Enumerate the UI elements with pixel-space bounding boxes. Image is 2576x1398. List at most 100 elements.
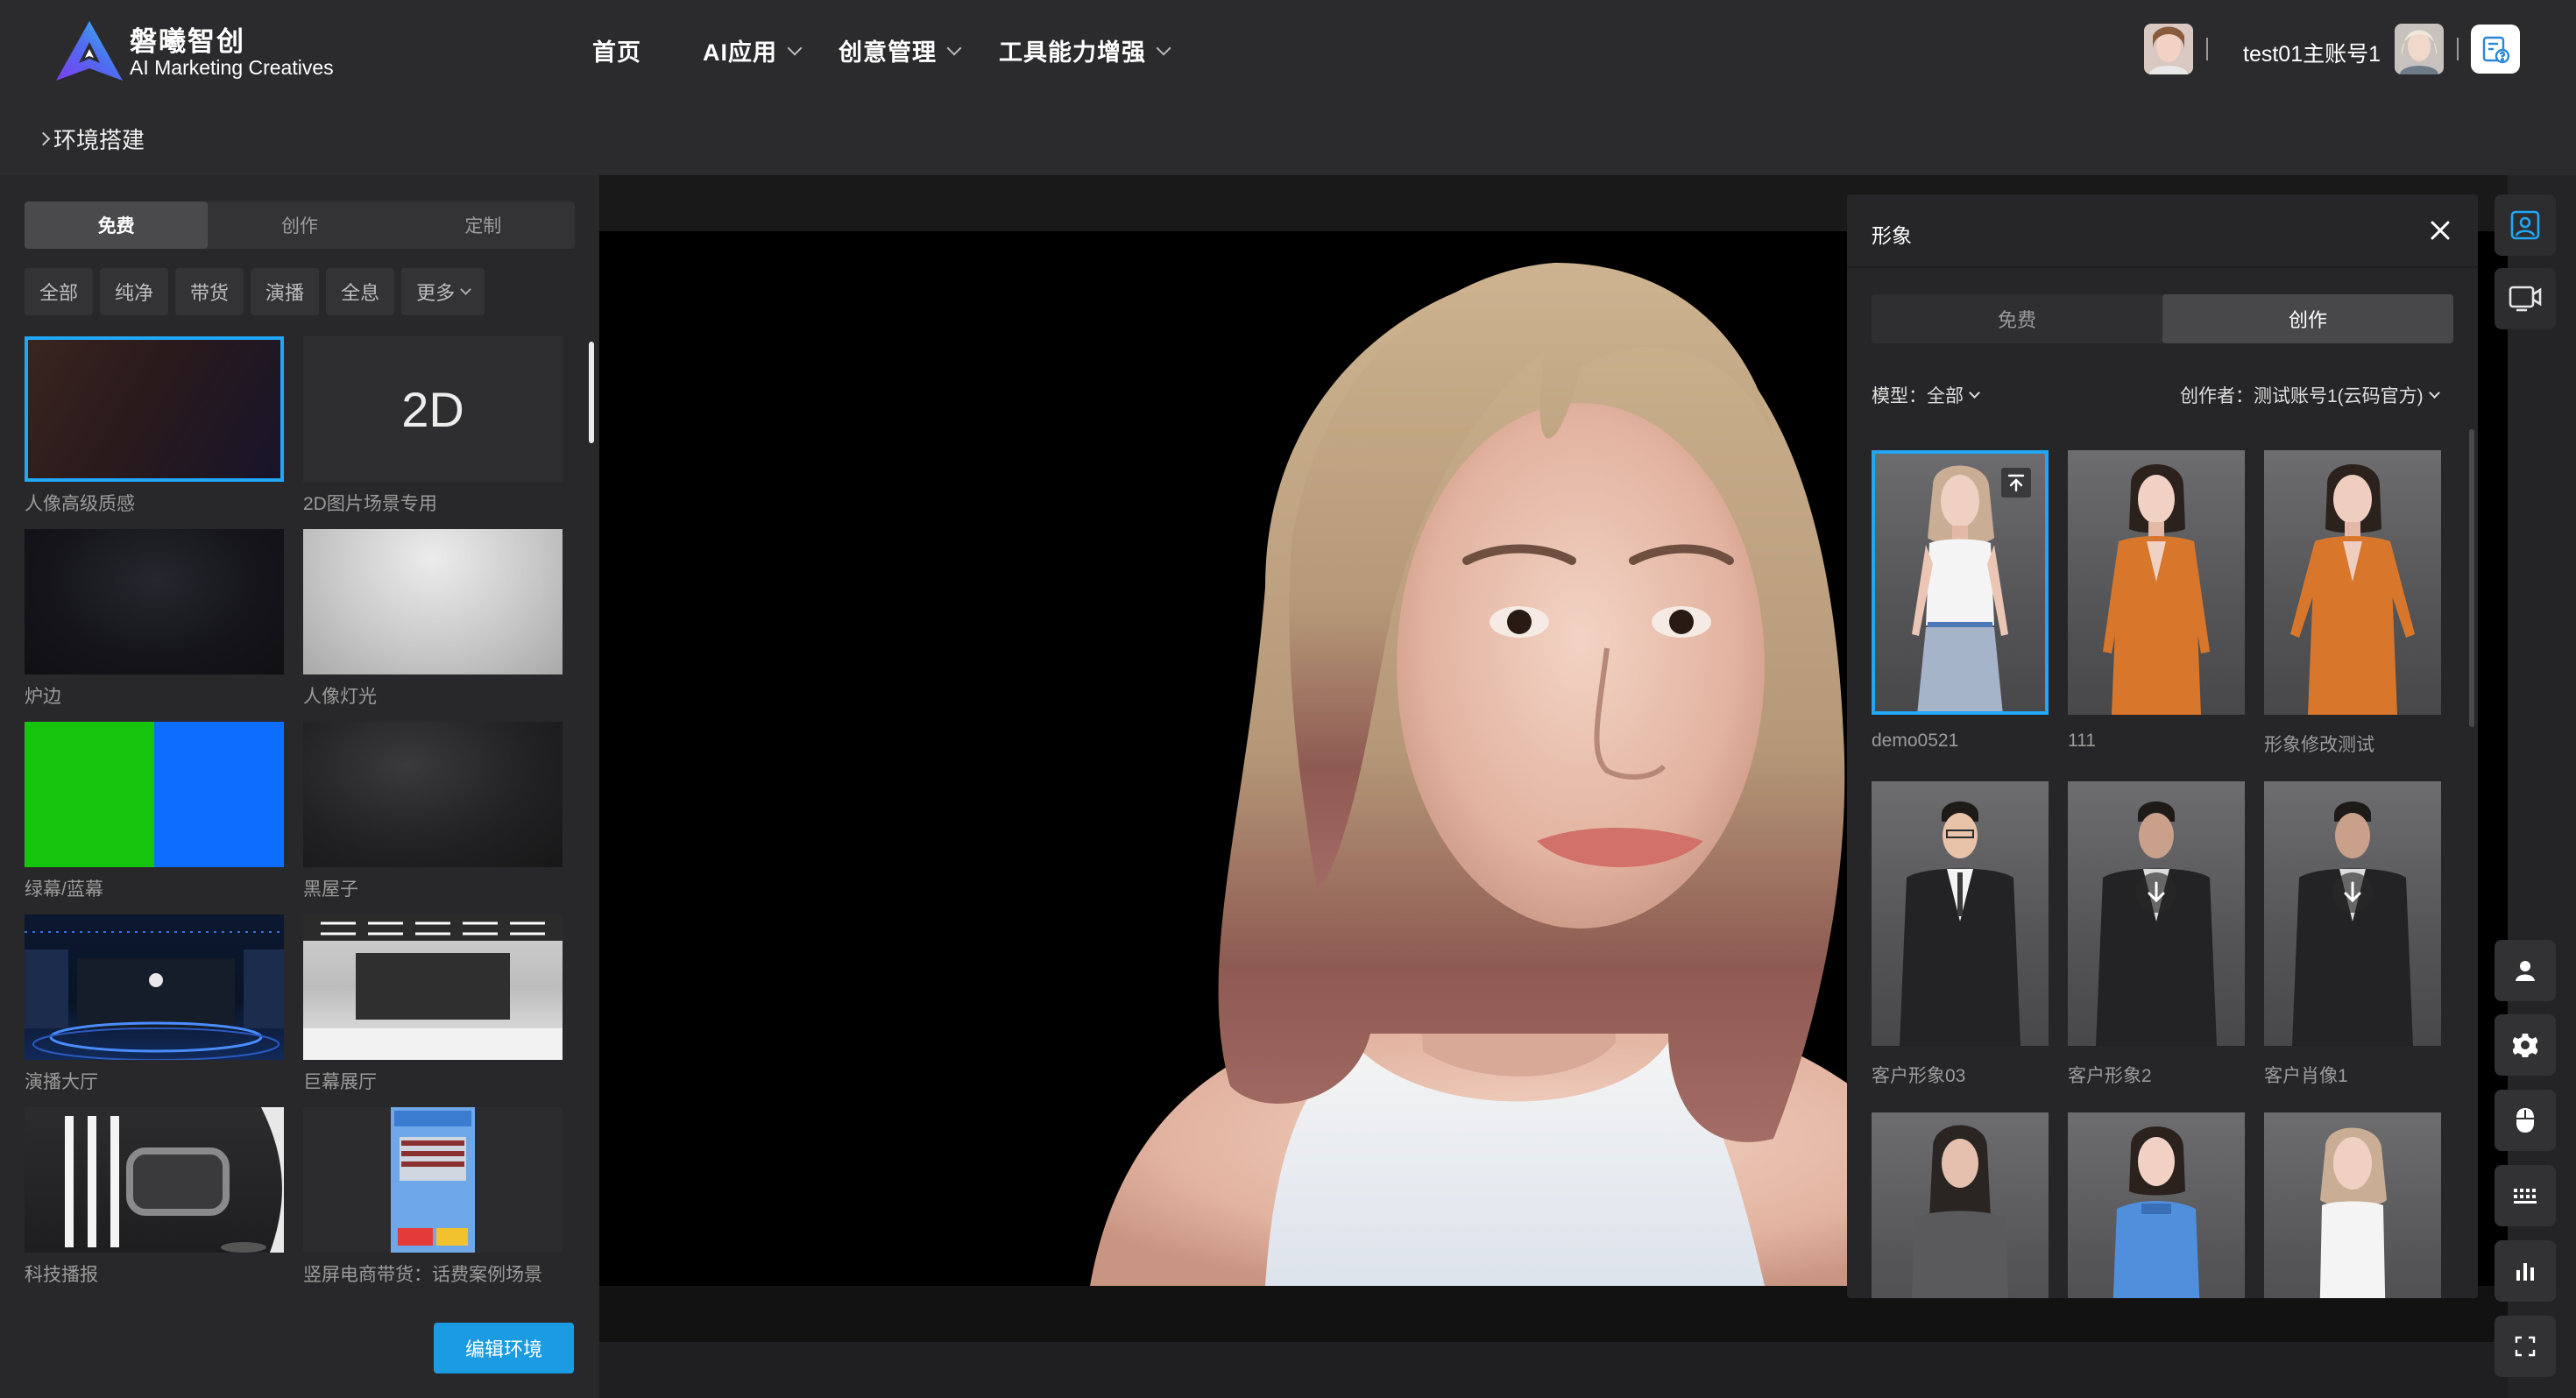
filter-hologram[interactable]: 全息 (326, 268, 395, 315)
figure-card[interactable] (2264, 1112, 2441, 1298)
nav-item-home[interactable]: 首页 (592, 33, 641, 67)
environment-thumbnail (25, 1107, 284, 1253)
person-icon[interactable] (2495, 940, 2556, 1001)
environment-label: 炉边 (25, 687, 61, 707)
figure-card[interactable]: 形象修改测试 (2264, 450, 2441, 757)
username[interactable]: test01主账号1 (2243, 37, 2381, 68)
pin-top-icon[interactable] (2001, 468, 2031, 498)
figure-label: 客户肖像1 (2264, 1066, 2348, 1086)
environment-label: 科技播报 (25, 1265, 98, 1285)
avatar[interactable] (2395, 24, 2444, 74)
breadcrumb[interactable]: 环境搭建 (36, 123, 145, 155)
figure-label: 客户形象2 (2068, 1066, 2152, 1086)
avatar[interactable] (2144, 24, 2193, 74)
tab-creation[interactable]: 创作 (208, 201, 391, 249)
tab-custom[interactable]: 定制 (392, 201, 575, 249)
figure-thumbnail (2068, 1112, 2245, 1298)
chevron-down-icon (2428, 386, 2440, 399)
environment-card[interactable]: 黑屋子 (303, 722, 563, 901)
tab-creation[interactable]: 创作 (2162, 294, 2453, 343)
figure-thumbnail (2264, 1112, 2441, 1298)
filter-broadcast[interactable]: 演播 (251, 268, 320, 315)
environment-list-scrollbar[interactable] (589, 342, 594, 443)
divider (2206, 38, 2208, 60)
figure-card[interactable]: demo0521 (1872, 450, 2049, 752)
model-filter-dropdown[interactable]: 模型：全部 (1872, 382, 1980, 408)
creator-filter-label-text: 创作者： (2180, 386, 2254, 406)
environment-thumbnail (25, 336, 284, 482)
help-doc-icon[interactable] (2471, 25, 2520, 74)
environment-card[interactable]: 巨幕展厅 (303, 914, 563, 1094)
nav-item-ai-apps[interactable]: AI应用 (703, 33, 803, 67)
nav-item-tool-enhancement[interactable]: 工具能力增强 (999, 33, 1171, 67)
chevron-down-icon (460, 283, 471, 295)
edit-environment-button[interactable]: 编辑环境 (434, 1323, 574, 1373)
environment-thumbnail (303, 529, 563, 674)
environment-card[interactable]: 人像高级质感 (25, 336, 284, 516)
filter-pure[interactable]: 纯净 (100, 268, 169, 315)
chevron-down-icon (787, 40, 803, 55)
figure-panel-icon[interactable] (2495, 194, 2556, 256)
filter-all[interactable]: 全部 (25, 268, 94, 315)
environment-label: 竖屏电商带货：话费案例场景 (303, 1265, 542, 1285)
environment-thumbnail (25, 722, 284, 867)
figure-thumbnail (1872, 450, 2049, 715)
figure-label: demo0521 (1872, 731, 1959, 751)
figure-list-scrollbar[interactable] (2469, 429, 2474, 727)
figure-label: 111 (2068, 731, 2096, 751)
environment-card[interactable]: 科技播报 (25, 1107, 284, 1287)
environment-card[interactable]: 人像灯光 (303, 529, 563, 709)
filter-more-label: 更多 (416, 282, 456, 304)
close-icon[interactable] (2427, 217, 2453, 244)
keyboard-icon[interactable] (2495, 1165, 2556, 1226)
figure-card[interactable]: 客户形象03 (1872, 781, 2049, 1088)
figure-panel-title: 形象 (1872, 224, 1912, 247)
download-icon[interactable] (2332, 872, 2373, 913)
environment-thumbnail: 2D (303, 336, 563, 482)
environment-card[interactable]: 演播大厅 (25, 914, 284, 1094)
environment-thumbnail (303, 1107, 563, 1253)
mouse-icon[interactable] (2495, 1090, 2556, 1151)
creator-filter-dropdown[interactable]: 创作者：测试账号1(云码官方) (2180, 382, 2440, 408)
figure-thumbnail (2068, 781, 2245, 1046)
creator-filter-label: 创作者：测试账号1(云码官方) (2180, 382, 2424, 408)
figure-card[interactable] (2068, 1112, 2245, 1298)
screen-panel-icon[interactable] (2495, 268, 2556, 329)
figure-label: 形象修改测试 (2264, 735, 2374, 755)
creator-filter-value: 测试账号1(云码官方) (2254, 386, 2424, 406)
figure-card[interactable]: 111 (2068, 450, 2245, 752)
brand-name-cn: 磐曦智创 (130, 26, 245, 57)
brand-name-en: AI Marketing Creatives (130, 56, 334, 79)
environment-card[interactable]: 竖屏电商带货：话费案例场景 (303, 1107, 563, 1287)
tab-free[interactable]: 免费 (25, 201, 209, 249)
figure-card[interactable] (1872, 1112, 2049, 1298)
divider (1847, 266, 2478, 268)
environment-card[interactable]: 绿幕/蓝幕 (25, 722, 284, 901)
figure-thumbnail (1872, 1112, 2049, 1298)
figure-card[interactable]: 客户形象2 (2068, 781, 2245, 1088)
filter-selling[interactable]: 带货 (175, 268, 244, 315)
environment-label: 人像高级质感 (25, 494, 135, 514)
chevron-right-icon (36, 131, 51, 146)
environment-thumbnail (25, 529, 284, 674)
tab-free[interactable]: 免费 (1872, 294, 2162, 343)
figure-thumbnail (2068, 450, 2245, 715)
fullscreen-icon[interactable] (2495, 1316, 2556, 1377)
bar-chart-icon[interactable] (2495, 1240, 2556, 1302)
environment-thumbnail (303, 722, 563, 867)
nav-item-label: 工具能力增强 (999, 39, 1146, 66)
nav-item-label: 创意管理 (839, 39, 937, 66)
figure-label: 客户形象03 (1872, 1066, 1966, 1086)
environment-card[interactable]: 2D 2D图片场景专用 (303, 336, 563, 516)
environment-filters: 全部 纯净 带货 演播 全息 更多 (25, 268, 485, 315)
environment-card[interactable]: 炉边 (25, 529, 284, 709)
nav-item-creative-management[interactable]: 创意管理 (839, 33, 962, 67)
figure-thumbnail (2264, 781, 2441, 1046)
nav-item-label: AI应用 (703, 39, 777, 66)
environment-thumbnail (303, 914, 563, 1060)
filter-more[interactable]: 更多 (401, 268, 485, 315)
environment-label: 演播大厅 (25, 1072, 98, 1092)
figure-card[interactable]: 客户肖像1 (2264, 781, 2441, 1088)
download-icon[interactable] (2136, 872, 2176, 913)
settings-chip-icon[interactable] (2495, 1014, 2556, 1076)
